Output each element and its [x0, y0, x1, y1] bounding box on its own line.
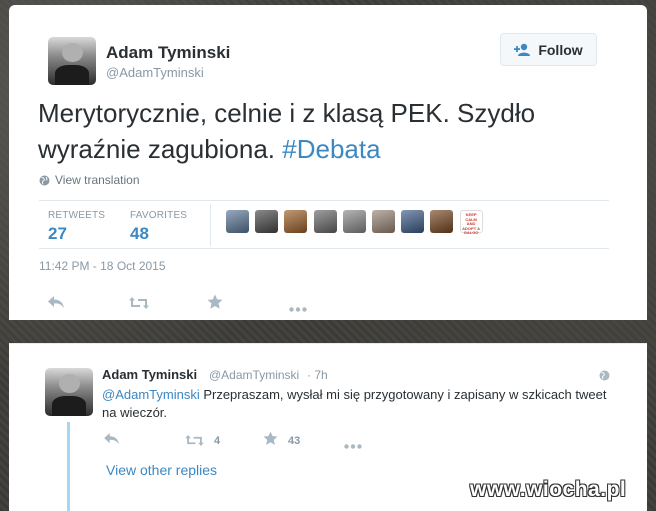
- tweet-timestamp[interactable]: 11:42 PM - 18 Oct 2015: [39, 259, 166, 273]
- avatar-2[interactable]: [255, 210, 279, 233]
- reply-author-name[interactable]: Adam Tyminski: [102, 367, 197, 382]
- globe-icon: [39, 175, 50, 185]
- avatar-7[interactable]: [401, 210, 425, 233]
- view-translation-link[interactable]: View translation: [39, 173, 140, 187]
- avatar-8[interactable]: [430, 210, 454, 233]
- reply-more-options-icon[interactable]: [344, 437, 362, 452]
- reply-text: @AdamTyminski Przepraszam, wysłał mi się…: [102, 386, 622, 422]
- reply-favorite-icon[interactable]: [263, 431, 278, 449]
- follow-button[interactable]: Follow: [500, 33, 597, 66]
- avatar-1[interactable]: [226, 210, 249, 233]
- divider-stats-vertical: [210, 204, 211, 246]
- favorites-label: FAVORITES: [130, 210, 188, 221]
- avatar-4[interactable]: [313, 210, 337, 233]
- follow-label: Follow: [538, 41, 583, 58]
- retweets-count[interactable]: 27: [48, 224, 67, 244]
- reply-retweet-count[interactable]: 4: [214, 435, 220, 447]
- author-avatar[interactable]: [48, 37, 96, 85]
- retweet-icon[interactable]: [129, 297, 149, 312]
- avatar-5[interactable]: [342, 210, 366, 233]
- reply-top-border: [9, 343, 647, 344]
- retweets-label: RETWEETS: [48, 210, 106, 221]
- reply-globe-icon: [599, 368, 610, 386]
- reply-reply-icon[interactable]: [104, 433, 120, 448]
- avatar-3[interactable]: [284, 210, 308, 233]
- tweet-text: Merytorycznie, celnie i z klasą PEK. Szy…: [38, 95, 618, 167]
- view-other-replies-link[interactable]: View other replies: [106, 462, 217, 478]
- avatar-6[interactable]: [372, 210, 395, 233]
- author-handle[interactable]: @AdamTyminski: [106, 65, 204, 80]
- keep-calm-text: KEEP CALM AND ADOPT A GALGO: [462, 212, 481, 235]
- reply-author-handle[interactable]: @AdamTyminski: [209, 368, 299, 382]
- author-name[interactable]: Adam Tyminski: [106, 43, 230, 63]
- reply-icon[interactable]: [48, 296, 65, 312]
- favorite-icon[interactable]: [207, 294, 223, 313]
- reply-time[interactable]: · 7h: [307, 368, 328, 382]
- hashtag-link[interactable]: #Debata: [282, 134, 380, 164]
- reply-mention-link[interactable]: @AdamTyminski: [102, 387, 200, 402]
- site-watermark: www.wiocha.pl: [470, 478, 627, 501]
- reply-favorite-count[interactable]: 43: [288, 435, 300, 447]
- reply-author-avatar[interactable]: [45, 368, 93, 416]
- avatar-9-keep-calm[interactable]: KEEP CALM AND ADOPT A GALGO: [459, 210, 483, 235]
- more-options-icon[interactable]: [289, 300, 307, 315]
- view-translation-label: View translation: [55, 173, 140, 187]
- divider-top: [39, 200, 609, 201]
- favorites-count[interactable]: 48: [130, 224, 149, 244]
- divider-middle: [39, 248, 609, 249]
- reply-retweet-icon[interactable]: [185, 434, 204, 449]
- thread-connector: [67, 422, 70, 511]
- add-user-icon: [514, 43, 531, 56]
